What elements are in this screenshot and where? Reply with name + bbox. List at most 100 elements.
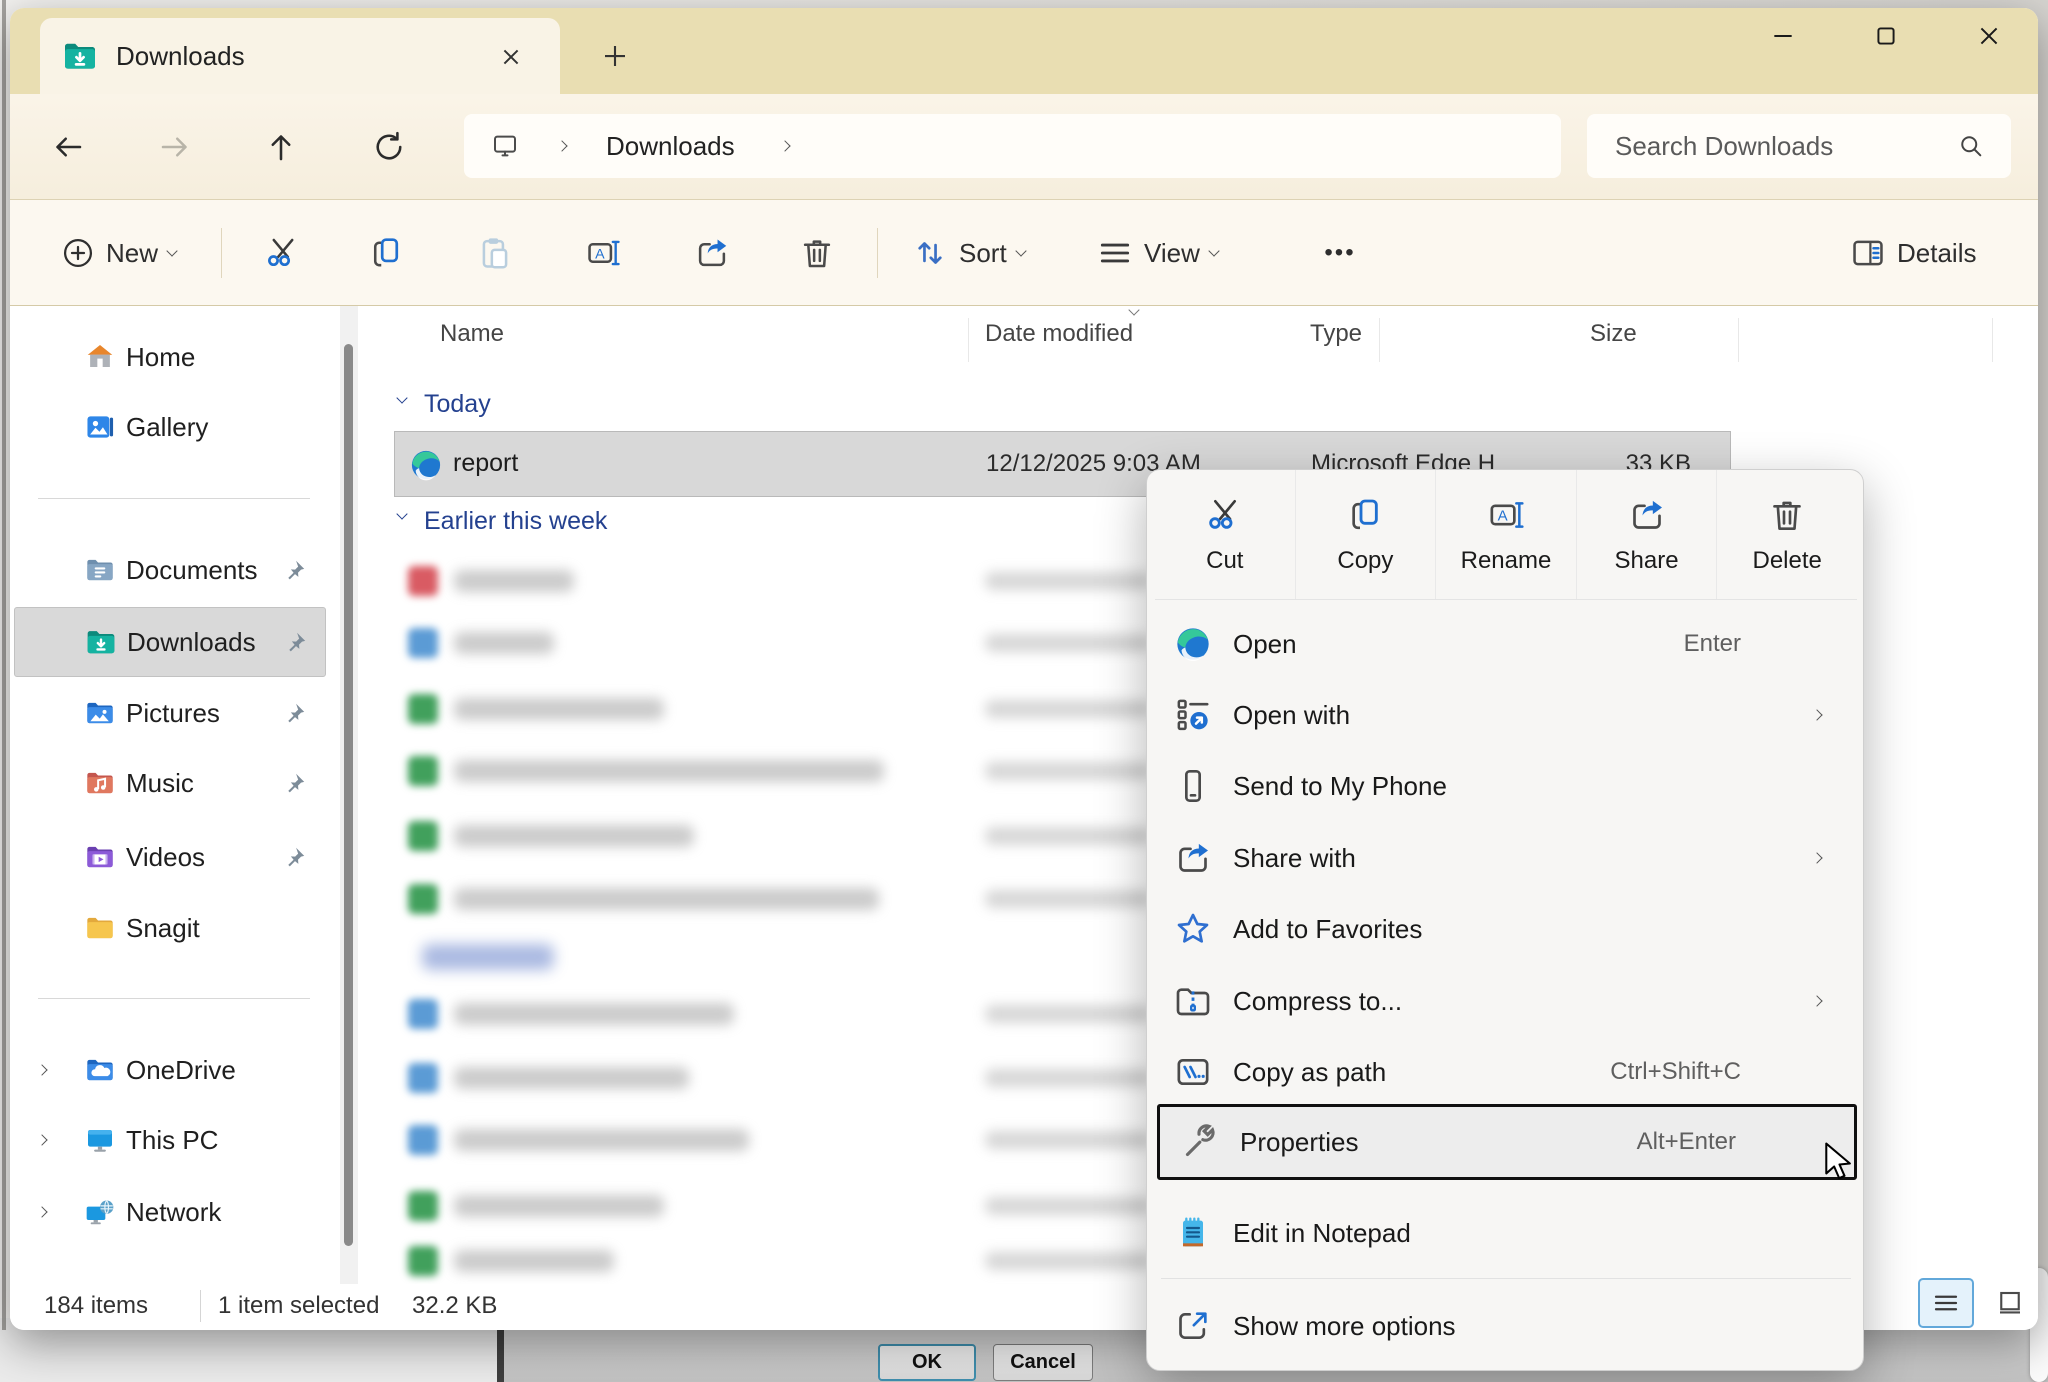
sidebar-item-onedrive[interactable]: OneDrive xyxy=(14,1035,326,1105)
ok-button[interactable]: OK xyxy=(878,1344,976,1381)
context-copy-button[interactable]: Copy xyxy=(1295,470,1436,599)
blurred-file-icon xyxy=(408,628,438,658)
column-divider[interactable] xyxy=(1379,318,1380,362)
forward-button[interactable] xyxy=(152,124,198,170)
list-view-icon xyxy=(1931,1288,1961,1318)
menu-item-copy-as-path[interactable]: Copy as path Ctrl+Shift+C xyxy=(1153,1036,1859,1108)
cut-icon xyxy=(1205,495,1245,535)
refresh-button[interactable] xyxy=(366,124,412,170)
pictures-folder-icon xyxy=(84,697,116,729)
sidebar-item-music[interactable]: Music xyxy=(14,748,326,818)
column-header-size[interactable]: Size xyxy=(1590,320,1637,348)
search-box[interactable]: Search Downloads xyxy=(1587,114,2011,178)
column-divider[interactable] xyxy=(1738,318,1739,362)
sidebar-scrollbar-thumb[interactable] xyxy=(344,344,353,1246)
menu-item-compress-to[interactable]: Compress to... xyxy=(1153,965,1859,1037)
menu-item-open[interactable]: Open Enter xyxy=(1153,608,1859,680)
arrow-left-icon xyxy=(50,129,86,165)
group-header-today[interactable]: Today xyxy=(424,390,491,419)
menu-item-open-with[interactable]: Open with xyxy=(1153,679,1859,751)
column-header-date-modified[interactable]: Date modified xyxy=(985,320,1133,348)
expand-chevron-icon[interactable] xyxy=(36,1064,47,1075)
cancel-button[interactable]: Cancel xyxy=(993,1344,1093,1381)
tab-title: Downloads xyxy=(116,41,245,72)
blurred-file-icon xyxy=(408,1246,438,1276)
delete-button[interactable] xyxy=(788,223,846,283)
sidebar-item-this-pc[interactable]: This PC xyxy=(14,1105,326,1175)
rename-button[interactable]: A xyxy=(574,223,632,283)
details-view-toggle[interactable] xyxy=(1918,1278,1974,1328)
maximize-button[interactable] xyxy=(1855,12,1917,60)
breadcrumb-item-downloads[interactable]: Downloads xyxy=(606,131,735,162)
copy-button[interactable] xyxy=(357,223,415,283)
sidebar-item-snagit[interactable]: Snagit xyxy=(14,893,326,963)
context-rename-button[interactable]: A Rename xyxy=(1435,470,1576,599)
cut-button[interactable] xyxy=(254,223,312,283)
chevron-down-icon xyxy=(1208,245,1219,256)
breadcrumb-chevron-icon xyxy=(779,140,790,151)
menu-item-share-with[interactable]: Share with xyxy=(1153,822,1859,894)
back-button[interactable] xyxy=(45,124,91,170)
column-divider[interactable] xyxy=(968,318,969,362)
sidebar-item-label: Music xyxy=(126,768,194,799)
blurred-file-name xyxy=(454,888,879,910)
menu-item-label: Add to Favorites xyxy=(1233,914,1422,945)
close-icon xyxy=(500,46,522,68)
details-pane-button[interactable]: Details xyxy=(1843,221,1986,285)
menu-item-label: Share with xyxy=(1233,843,1356,874)
up-button[interactable] xyxy=(258,124,304,170)
tab-downloads[interactable]: Downloads xyxy=(40,18,560,94)
expand-chevron-icon[interactable] xyxy=(36,1206,47,1217)
new-button[interactable]: New xyxy=(48,221,176,285)
blurred-file-name xyxy=(454,698,664,720)
details-button-label: Details xyxy=(1897,238,1976,269)
menu-item-edit-in-notepad[interactable]: Edit in Notepad xyxy=(1153,1197,1859,1269)
minimize-button[interactable] xyxy=(1752,12,1814,60)
column-header-name[interactable]: Name xyxy=(440,320,504,348)
menu-item-show-more-options[interactable]: Show more options xyxy=(1153,1290,1859,1362)
context-share-button[interactable]: Share xyxy=(1576,470,1717,599)
column-divider[interactable] xyxy=(1992,318,1993,362)
share-button[interactable] xyxy=(683,223,741,283)
sidebar-item-network[interactable]: Network xyxy=(14,1177,326,1247)
quick-action-label: Cut xyxy=(1206,547,1243,575)
group-header-last-week-blurred[interactable] xyxy=(422,944,554,970)
view-button[interactable]: View xyxy=(1088,221,1218,285)
blurred-file-icon xyxy=(408,694,438,724)
submenu-chevron-icon xyxy=(1811,995,1822,1006)
sidebar-item-documents[interactable]: Documents xyxy=(14,535,326,605)
context-delete-button[interactable]: Delete xyxy=(1716,470,1857,599)
expand-chevron-icon[interactable] xyxy=(36,1134,47,1145)
sidebar-item-gallery[interactable]: Gallery xyxy=(14,392,326,462)
selection-size: 32.2 KB xyxy=(412,1292,497,1320)
blurred-file-name xyxy=(454,1003,734,1025)
menu-item-add-to-favorites[interactable]: Add to Favorites xyxy=(1153,893,1859,965)
sort-button[interactable]: Sort xyxy=(903,221,1025,285)
column-header-type[interactable]: Type xyxy=(1310,320,1362,348)
sidebar-item-videos[interactable]: Videos xyxy=(14,822,326,892)
group-header-earlier-this-week[interactable]: Earlier this week xyxy=(424,507,607,536)
blurred-file-icon xyxy=(408,999,438,1029)
sort-button-label: Sort xyxy=(959,238,1007,269)
downloads-folder-icon xyxy=(85,626,117,658)
menu-item-properties[interactable]: Properties Alt+Enter xyxy=(1157,1104,1857,1180)
open-with-icon xyxy=(1173,695,1213,735)
copy-icon xyxy=(367,234,405,272)
sidebar-item-home[interactable]: Home xyxy=(14,322,326,392)
sidebar-item-pictures[interactable]: Pictures xyxy=(14,678,326,748)
sidebar-item-downloads[interactable]: Downloads xyxy=(14,607,326,677)
group-collapse-icon[interactable] xyxy=(396,392,407,403)
paste-button[interactable] xyxy=(466,223,524,283)
window-close-button[interactable] xyxy=(1958,12,2020,60)
see-more-button[interactable]: ••• xyxy=(1308,221,1372,285)
tab-close-button[interactable] xyxy=(492,38,530,76)
menu-item-send-to-my-phone[interactable]: Send to My Phone xyxy=(1153,750,1859,822)
breadcrumb[interactable]: Downloads xyxy=(464,114,1561,178)
context-cut-button[interactable]: Cut xyxy=(1155,470,1295,599)
new-tab-button[interactable] xyxy=(593,34,637,78)
thumbnail-view-toggle[interactable] xyxy=(1982,1278,2038,1328)
group-collapse-icon[interactable] xyxy=(396,508,407,519)
blurred-file-date xyxy=(985,1069,1150,1087)
close-icon xyxy=(1976,23,2002,49)
blurred-file-date xyxy=(985,1005,1150,1023)
